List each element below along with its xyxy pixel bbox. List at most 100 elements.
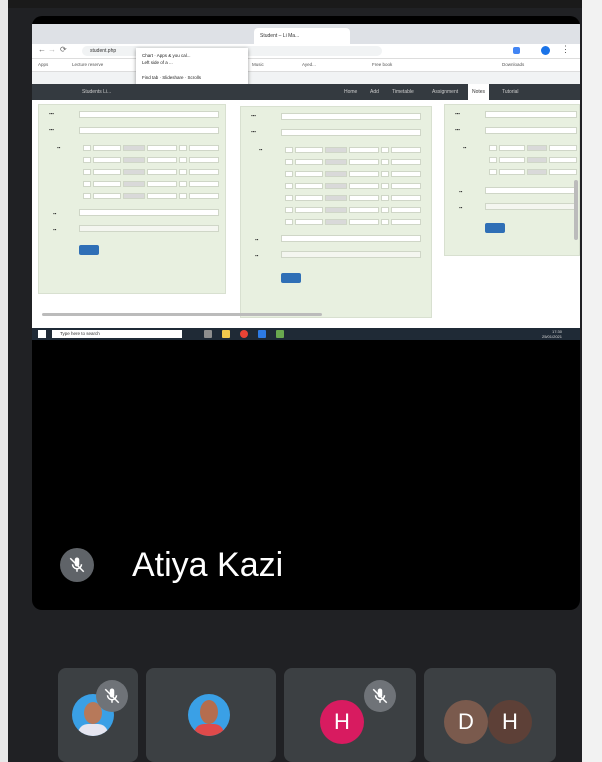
form-field[interactable] <box>281 251 421 258</box>
browser-tab-active[interactable]: Student – Li Ma... <box>254 28 350 44</box>
grid-cell[interactable] <box>325 147 347 153</box>
grid-cell[interactable] <box>147 157 177 163</box>
grid-cell[interactable] <box>83 145 91 151</box>
grid-cell[interactable] <box>189 193 219 199</box>
grid-cell[interactable] <box>285 207 293 213</box>
grid-cell[interactable] <box>147 193 177 199</box>
grid-cell[interactable] <box>549 145 577 151</box>
start-icon[interactable] <box>38 330 46 338</box>
grid-cell[interactable] <box>391 195 421 201</box>
chrome-icon[interactable] <box>240 330 248 338</box>
nav-item-add[interactable]: Add <box>370 84 379 100</box>
grid-cell[interactable] <box>349 159 379 165</box>
menu-icon[interactable]: ⋮ <box>561 44 570 55</box>
bookmark[interactable]: Free book <box>372 59 392 71</box>
participant-tile[interactable]: H <box>284 668 416 762</box>
form-field[interactable] <box>485 111 577 118</box>
bookmark[interactable]: Lecture reserve <box>72 59 103 71</box>
grid-cell[interactable] <box>285 195 293 201</box>
reload-icon[interactable]: ⟳ <box>60 45 67 54</box>
grid-cell[interactable] <box>295 183 323 189</box>
grid-cell[interactable] <box>391 147 421 153</box>
grid-cell[interactable] <box>83 193 91 199</box>
bookmark[interactable]: Ayed... <box>302 59 316 71</box>
grid-cell[interactable] <box>489 145 497 151</box>
page-scrollbar[interactable] <box>574 180 578 240</box>
grid-cell[interactable] <box>295 219 323 225</box>
submit-button[interactable] <box>485 223 505 233</box>
grid-cell[interactable] <box>499 145 525 151</box>
grid-cell[interactable] <box>325 195 347 201</box>
grid-cell[interactable] <box>285 219 293 225</box>
form-field[interactable] <box>485 127 577 134</box>
taskbar-search[interactable]: Type here to search <box>52 330 182 338</box>
horizontal-scrollbar[interactable] <box>42 313 322 316</box>
grid-cell[interactable] <box>123 193 145 199</box>
form-field[interactable] <box>485 187 577 194</box>
form-field[interactable] <box>281 235 421 242</box>
grid-cell[interactable] <box>381 147 389 153</box>
grid-cell[interactable] <box>123 181 145 187</box>
grid-cell[interactable] <box>93 193 121 199</box>
grid-cell[interactable] <box>179 157 187 163</box>
form-field[interactable] <box>485 203 577 210</box>
bookmark[interactable]: Downloads <box>502 59 524 71</box>
grid-cell[interactable] <box>325 171 347 177</box>
grid-cell[interactable] <box>179 193 187 199</box>
grid-cell[interactable] <box>381 183 389 189</box>
grid-cell[interactable] <box>349 195 379 201</box>
grid-cell[interactable] <box>499 169 525 175</box>
grid-cell[interactable] <box>349 207 379 213</box>
grid-cell[interactable] <box>499 157 525 163</box>
participant-tile[interactable]: D H <box>424 668 556 762</box>
grid-cell[interactable] <box>527 157 547 163</box>
nav-item-timetable[interactable]: Timetable <box>392 84 414 100</box>
form-field[interactable] <box>79 225 219 232</box>
grid-cell[interactable] <box>93 145 121 151</box>
extension-icon[interactable] <box>513 47 520 54</box>
grid-cell[interactable] <box>93 169 121 175</box>
grid-cell[interactable] <box>179 169 187 175</box>
grid-cell[interactable] <box>123 145 145 151</box>
grid-cell[interactable] <box>295 195 323 201</box>
grid-cell[interactable] <box>489 157 497 163</box>
grid-cell[interactable] <box>391 219 421 225</box>
grid-cell[interactable] <box>147 169 177 175</box>
taskview-icon[interactable] <box>204 330 212 338</box>
nav-item-notes[interactable]: Notes <box>468 84 490 100</box>
app-icon[interactable] <box>258 330 266 338</box>
grid-cell[interactable] <box>93 181 121 187</box>
grid-cell[interactable] <box>527 169 547 175</box>
app-brand[interactable]: Students Li... <box>82 84 111 100</box>
grid-cell[interactable] <box>549 157 577 163</box>
grid-cell[interactable] <box>83 181 91 187</box>
grid-cell[interactable] <box>381 159 389 165</box>
grid-cell[interactable] <box>381 171 389 177</box>
grid-cell[interactable] <box>189 145 219 151</box>
grid-cell[interactable] <box>391 183 421 189</box>
back-icon[interactable]: ← <box>38 45 46 54</box>
nav-item-tutorial[interactable]: Tutorial <box>502 84 519 100</box>
grid-cell[interactable] <box>391 171 421 177</box>
main-participant-tile[interactable]: Student – Li Ma... ← → ⟳ student.php ⋮ A… <box>32 16 580 610</box>
participant-tile[interactable] <box>58 668 138 762</box>
grid-cell[interactable] <box>285 171 293 177</box>
grid-cell[interactable] <box>381 219 389 225</box>
grid-cell[interactable] <box>179 181 187 187</box>
grid-cell[interactable] <box>349 219 379 225</box>
grid-cell[interactable] <box>295 159 323 165</box>
form-field[interactable] <box>79 209 219 216</box>
grid-cell[interactable] <box>189 169 219 175</box>
browser-tab[interactable] <box>36 28 132 44</box>
form-field[interactable] <box>79 111 219 118</box>
grid-cell[interactable] <box>295 207 323 213</box>
grid-cell[interactable] <box>179 145 187 151</box>
grid-cell[interactable] <box>189 181 219 187</box>
grid-cell[interactable] <box>189 157 219 163</box>
grid-cell[interactable] <box>325 207 347 213</box>
form-field[interactable] <box>79 127 219 134</box>
folder-icon[interactable] <box>222 330 230 338</box>
bookmark[interactable]: Music <box>252 59 264 71</box>
grid-cell[interactable] <box>349 147 379 153</box>
nav-item-home[interactable]: Home <box>344 84 357 100</box>
